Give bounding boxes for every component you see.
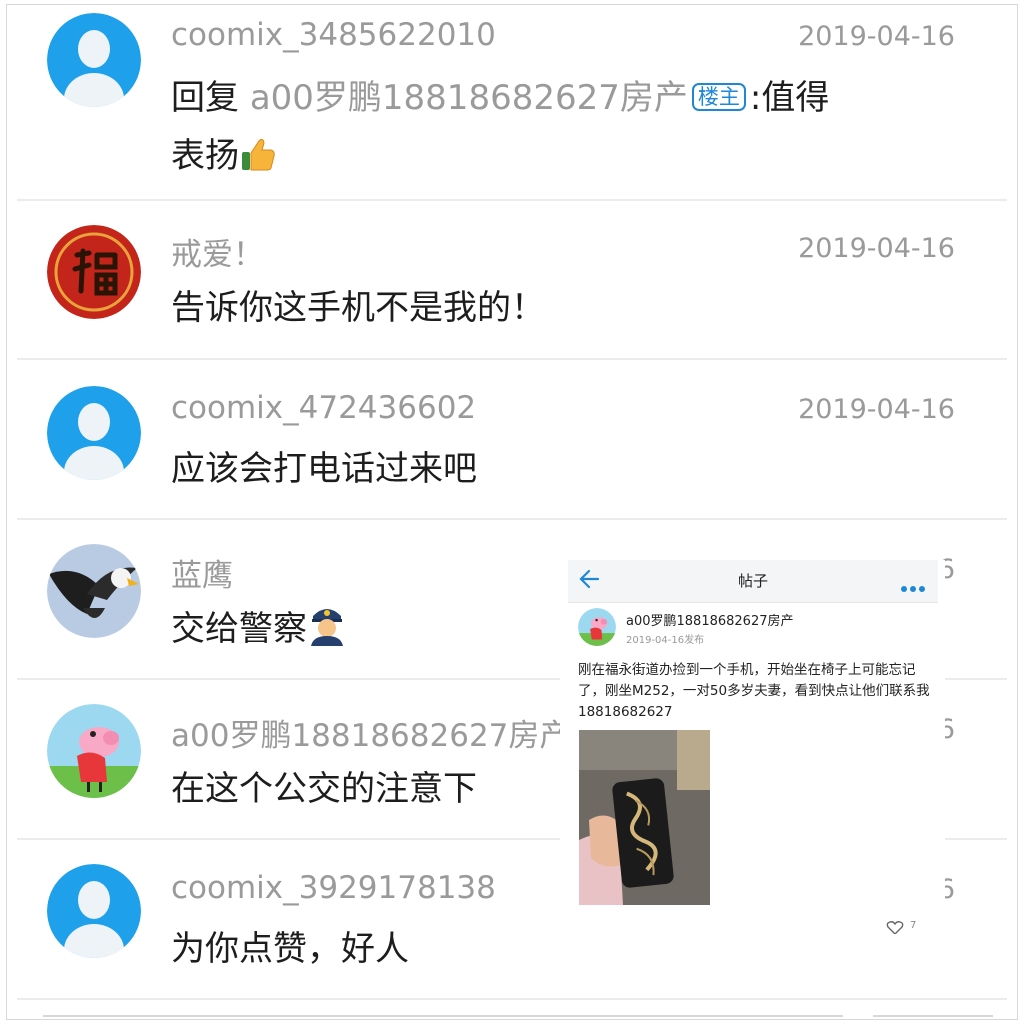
owner-badge: 楼主 [691, 83, 746, 111]
post-body-text: 刚在福永街道办捡到一个手机，开始坐在椅子上可能忘记了，刚坐M252，一对50多岁… [578, 662, 930, 720]
like-count: 7 [910, 920, 917, 931]
post-author-avatar[interactable] [578, 608, 616, 646]
post-photo[interactable] [579, 730, 710, 905]
comment-item: coomix_3485622010 2019-04-16 回复 a00罗鹏188… [17, 5, 1007, 201]
eagle-avatar[interactable] [47, 544, 141, 638]
comment-text-content: 交给警察 [171, 609, 307, 649]
post-screenshot[interactable]: 帖子 a00罗鹏18818682627房产 2019-04-16发布 刚在福永街… [560, 560, 945, 934]
comment-username[interactable]: coomix_472436602 [171, 390, 476, 426]
reply-prefix: 回复 [171, 78, 250, 118]
comment-text: 回复 a00罗鹏18818682627房产 楼主:值得 表扬 [171, 69, 917, 191]
comment-date: 2019-04-16 [798, 21, 955, 52]
comment-date: 2019-04-16 [798, 233, 955, 264]
reply-target-name[interactable]: a00罗鹏18818682627房产 [250, 78, 688, 118]
peppa-pig-avatar[interactable] [47, 704, 141, 798]
police-officer-icon [307, 602, 347, 664]
post-publish-date: 2019-04-16发布 [626, 635, 705, 646]
comment-username[interactable]: coomix_3929178138 [171, 870, 496, 906]
more-options-icon[interactable] [900, 578, 926, 597]
comment-text: 告诉你这手机不是我的！ [171, 288, 545, 328]
comment-username[interactable]: 戒爱！ [171, 229, 264, 274]
fu-character-avatar[interactable] [47, 225, 141, 319]
thumbs-up-icon [239, 133, 277, 191]
post-author-name[interactable]: a00罗鹏18818682627房产 [626, 610, 794, 629]
bottom-divider [43, 1015, 993, 1017]
default-avatar[interactable] [47, 864, 141, 958]
post-header-bar: 帖子 [568, 560, 938, 603]
post-header-title: 帖子 [737, 572, 768, 590]
comment-text: 应该会打电话过来吧 [171, 449, 477, 489]
default-avatar[interactable] [47, 13, 141, 107]
like-button[interactable]: 7 [886, 920, 926, 934]
default-avatar[interactable] [47, 386, 141, 480]
comment-username[interactable]: a00罗鹏18818682627房产 [171, 710, 570, 755]
reply-text-tail: :值得 [749, 78, 830, 118]
comment-username[interactable]: coomix_3485622010 [171, 17, 496, 53]
comment-item: coomix_472436602 2019-04-16 应该会打电话过来吧 [17, 360, 1007, 520]
comment-date: 2019-04-16 [798, 394, 955, 425]
reply-text-line2: 表扬 [171, 136, 239, 176]
comment-username[interactable]: 蓝鹰 [171, 550, 233, 595]
comment-item: 戒爱！ 2019-04-16 告诉你这手机不是我的！ [17, 201, 1007, 360]
